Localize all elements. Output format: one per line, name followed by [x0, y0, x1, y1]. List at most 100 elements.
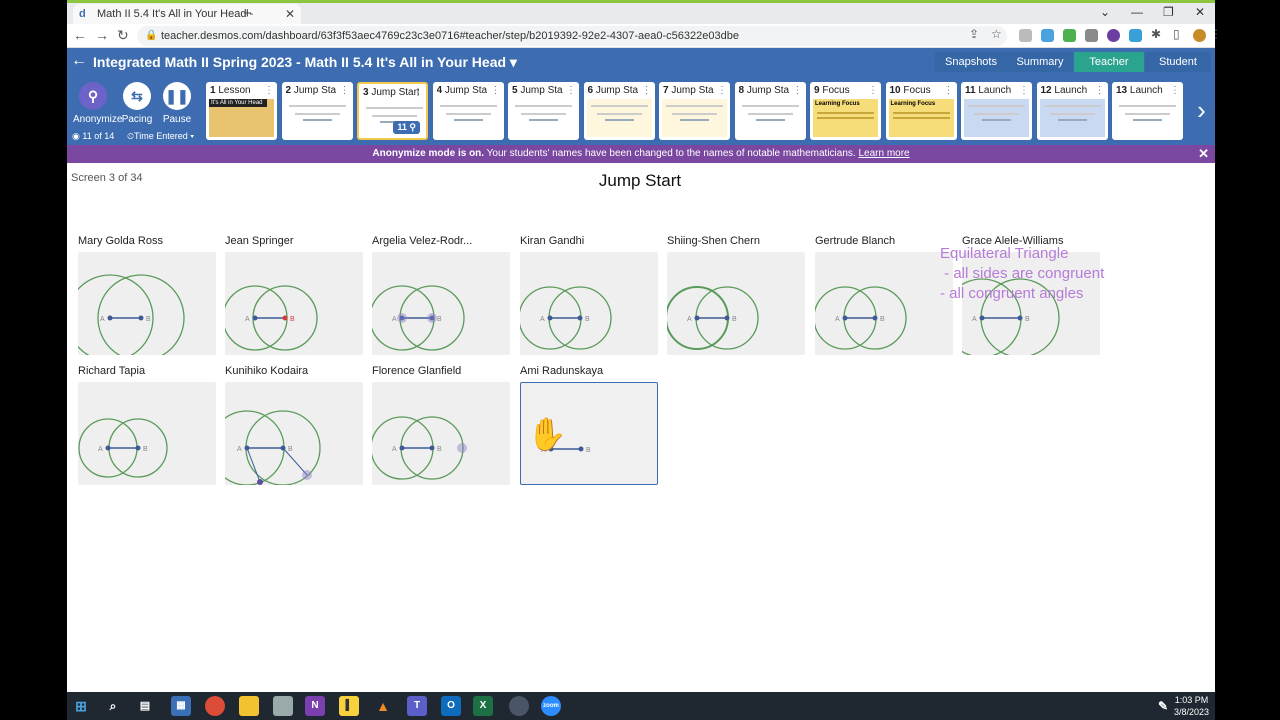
student-name[interactable]: Shiing-Shen Chern	[667, 235, 805, 247]
student-response-card[interactable]: AB✋	[520, 382, 658, 485]
chrome-window-icon[interactable]	[509, 696, 529, 716]
learn-more-link[interactable]: Learn more	[858, 148, 909, 159]
extension-icon[interactable]	[1129, 29, 1142, 42]
zoom-icon[interactable]: zoom	[541, 696, 561, 716]
next-screens-icon[interactable]: ›	[1188, 76, 1215, 145]
back-arrow-icon[interactable]: ←	[71, 52, 87, 70]
activity-title[interactable]: Integrated Math II Spring 2023 - Math II…	[93, 54, 517, 71]
student-response-card[interactable]: AB	[78, 252, 216, 355]
browser-tab[interactable]: d Math II 5.4 It's All in Your Head - ✕	[73, 4, 301, 24]
screen-thumbnail[interactable]: 3 Jump Start⋮11 ⚲	[357, 82, 428, 140]
tab-search-icon[interactable]: ⌄	[1100, 5, 1110, 19]
pacing-button[interactable]: ⇆ Pacing	[117, 82, 157, 125]
screen-thumbnail[interactable]: 4 Jump Sta⋮	[433, 82, 504, 140]
screen-menu-icon[interactable]: ⋮	[340, 85, 350, 96]
extension-icon[interactable]	[1085, 29, 1098, 42]
share-icon[interactable]: ⇪	[969, 27, 979, 41]
screen-menu-icon[interactable]: ⋮	[793, 85, 803, 96]
search-icon[interactable]: ⌕	[103, 696, 123, 716]
close-window-icon[interactable]: ✕	[1195, 5, 1205, 19]
system-clock[interactable]: 1:03 PM 3/8/2023	[1174, 694, 1209, 718]
student-response-card[interactable]: AB	[78, 382, 216, 485]
student-name[interactable]: Kiran Gandhi	[520, 235, 658, 247]
teams-icon[interactable]: T	[407, 696, 427, 716]
screen-thumbnail[interactable]: 13 Launch⋮	[1112, 82, 1183, 140]
sticky-notes-icon[interactable]: ▌	[339, 696, 359, 716]
student-name[interactable]: Mary Golda Ross	[78, 235, 216, 247]
screen-thumbnail[interactable]: 11 Launch⋮	[961, 82, 1032, 140]
puzzle-icon[interactable]: ✱	[1151, 27, 1161, 41]
screen-menu-icon[interactable]: ⋮	[491, 85, 501, 96]
screen-menu-icon[interactable]: ⋮	[264, 85, 274, 96]
sort-dropdown[interactable]: ⏲Time Entered ▾	[127, 131, 194, 142]
calculator-icon[interactable]: ▦	[171, 696, 191, 716]
pen-icon[interactable]: ✎	[1153, 696, 1173, 716]
pause-button[interactable]: ❚❚ Pause	[157, 82, 197, 125]
close-banner-icon[interactable]: ✕	[1198, 145, 1209, 163]
point-b	[1018, 316, 1023, 321]
close-tab-icon[interactable]: ✕	[285, 7, 295, 21]
extension-icon[interactable]	[1019, 29, 1032, 42]
screen-thumbnail[interactable]: 5 Jump Sta⋮	[508, 82, 579, 140]
extension-icon[interactable]	[1063, 29, 1076, 42]
task-view-icon[interactable]: ▤	[135, 696, 155, 716]
onenote-icon[interactable]: N	[305, 696, 325, 716]
student-response-card[interactable]: AB	[225, 252, 363, 355]
address-bar[interactable]: 🔒 teacher.desmos.com/dashboard/63f3f53ae…	[137, 26, 1007, 46]
sidebar-icon[interactable]: ▯	[1173, 27, 1180, 41]
screen-menu-icon[interactable]: ⋮	[717, 85, 727, 96]
maximize-icon[interactable]: ❐	[1163, 5, 1174, 19]
student-response-card[interactable]: AB	[520, 252, 658, 355]
reload-icon[interactable]: ↻	[117, 27, 129, 44]
student-name[interactable]: Argelia Velez-Rodr...	[372, 235, 510, 247]
student-response-card[interactable]: AB	[667, 252, 805, 355]
screen-menu-icon[interactable]: ⋮	[1019, 85, 1029, 96]
new-tab-icon[interactable]: +	[243, 5, 252, 22]
screen-menu-icon[interactable]: ⋮	[642, 85, 652, 96]
file-explorer-icon[interactable]	[239, 696, 259, 716]
student-name[interactable]: Jean Springer	[225, 235, 363, 247]
screen-thumbnail[interactable]: 1 Lesson⋮It's All in Your Head	[206, 82, 277, 140]
student-name[interactable]: Florence Glanfield	[372, 365, 510, 377]
screen-menu-icon[interactable]: ⋮	[1170, 85, 1180, 96]
chrome-icon[interactable]	[205, 696, 225, 716]
minimize-icon[interactable]: —	[1131, 5, 1143, 19]
screen-menu-icon[interactable]: ⋮	[1095, 85, 1105, 96]
screen-menu-icon[interactable]: ⋮	[566, 85, 576, 96]
profile-avatar[interactable]	[1193, 29, 1206, 42]
student-name[interactable]: Kunihiko Kodaira	[225, 365, 363, 377]
snapshots-button[interactable]: Snapshots	[935, 52, 1007, 72]
outlook-icon[interactable]: O	[441, 696, 461, 716]
back-icon[interactable]: ←	[73, 27, 87, 43]
forward-icon[interactable]: →	[95, 27, 109, 43]
screen-thumbnail[interactable]: 8 Jump Sta⋮	[735, 82, 806, 140]
screen-thumbnail[interactable]: 10 Focus⋮Learning Focus	[886, 82, 957, 140]
student-name[interactable]: Gertrude Blanch	[815, 235, 953, 247]
student-response-card[interactable]: AB	[815, 252, 953, 355]
teacher-button[interactable]: Teacher	[1074, 52, 1144, 72]
paint-icon[interactable]	[273, 696, 293, 716]
bookmark-star-icon[interactable]: ☆	[991, 27, 1002, 41]
screen-menu-icon[interactable]: ⋮	[413, 87, 423, 98]
student-name[interactable]: Richard Tapia	[78, 365, 216, 377]
screen-thumbnail[interactable]: 7 Jump Sta⋮	[659, 82, 730, 140]
excel-icon[interactable]: X	[473, 696, 493, 716]
menu-icon[interactable]: ⋮	[1210, 27, 1222, 41]
screen-thumbnail[interactable]: 12 Launch⋮	[1037, 82, 1108, 140]
student-response-card[interactable]: AB	[225, 382, 363, 485]
extension-icon[interactable]	[1041, 29, 1054, 42]
student-response-card[interactable]: AB	[372, 252, 510, 355]
screen-menu-icon[interactable]: ⋮	[944, 85, 954, 96]
summary-button[interactable]: Summary	[1007, 52, 1073, 72]
screen-thumbnail[interactable]: 9 Focus⋮Learning Focus	[810, 82, 881, 140]
screen-menu-icon[interactable]: ⋮	[868, 85, 878, 96]
extension-icon[interactable]	[1107, 29, 1120, 42]
screen-thumbnail[interactable]: 6 Jump Sta⋮	[584, 82, 655, 140]
anonymize-button[interactable]: ⚲ Anonymize	[73, 82, 113, 125]
student-button[interactable]: Student	[1145, 52, 1211, 72]
student-response-card[interactable]: AB	[372, 382, 510, 485]
windows-start-icon[interactable]: ⊞	[71, 696, 91, 716]
vlc-icon[interactable]: ▲	[373, 696, 393, 716]
screen-thumbnail[interactable]: 2 Jump Sta⋮	[282, 82, 353, 140]
student-name[interactable]: Ami Radunskaya	[520, 365, 658, 377]
